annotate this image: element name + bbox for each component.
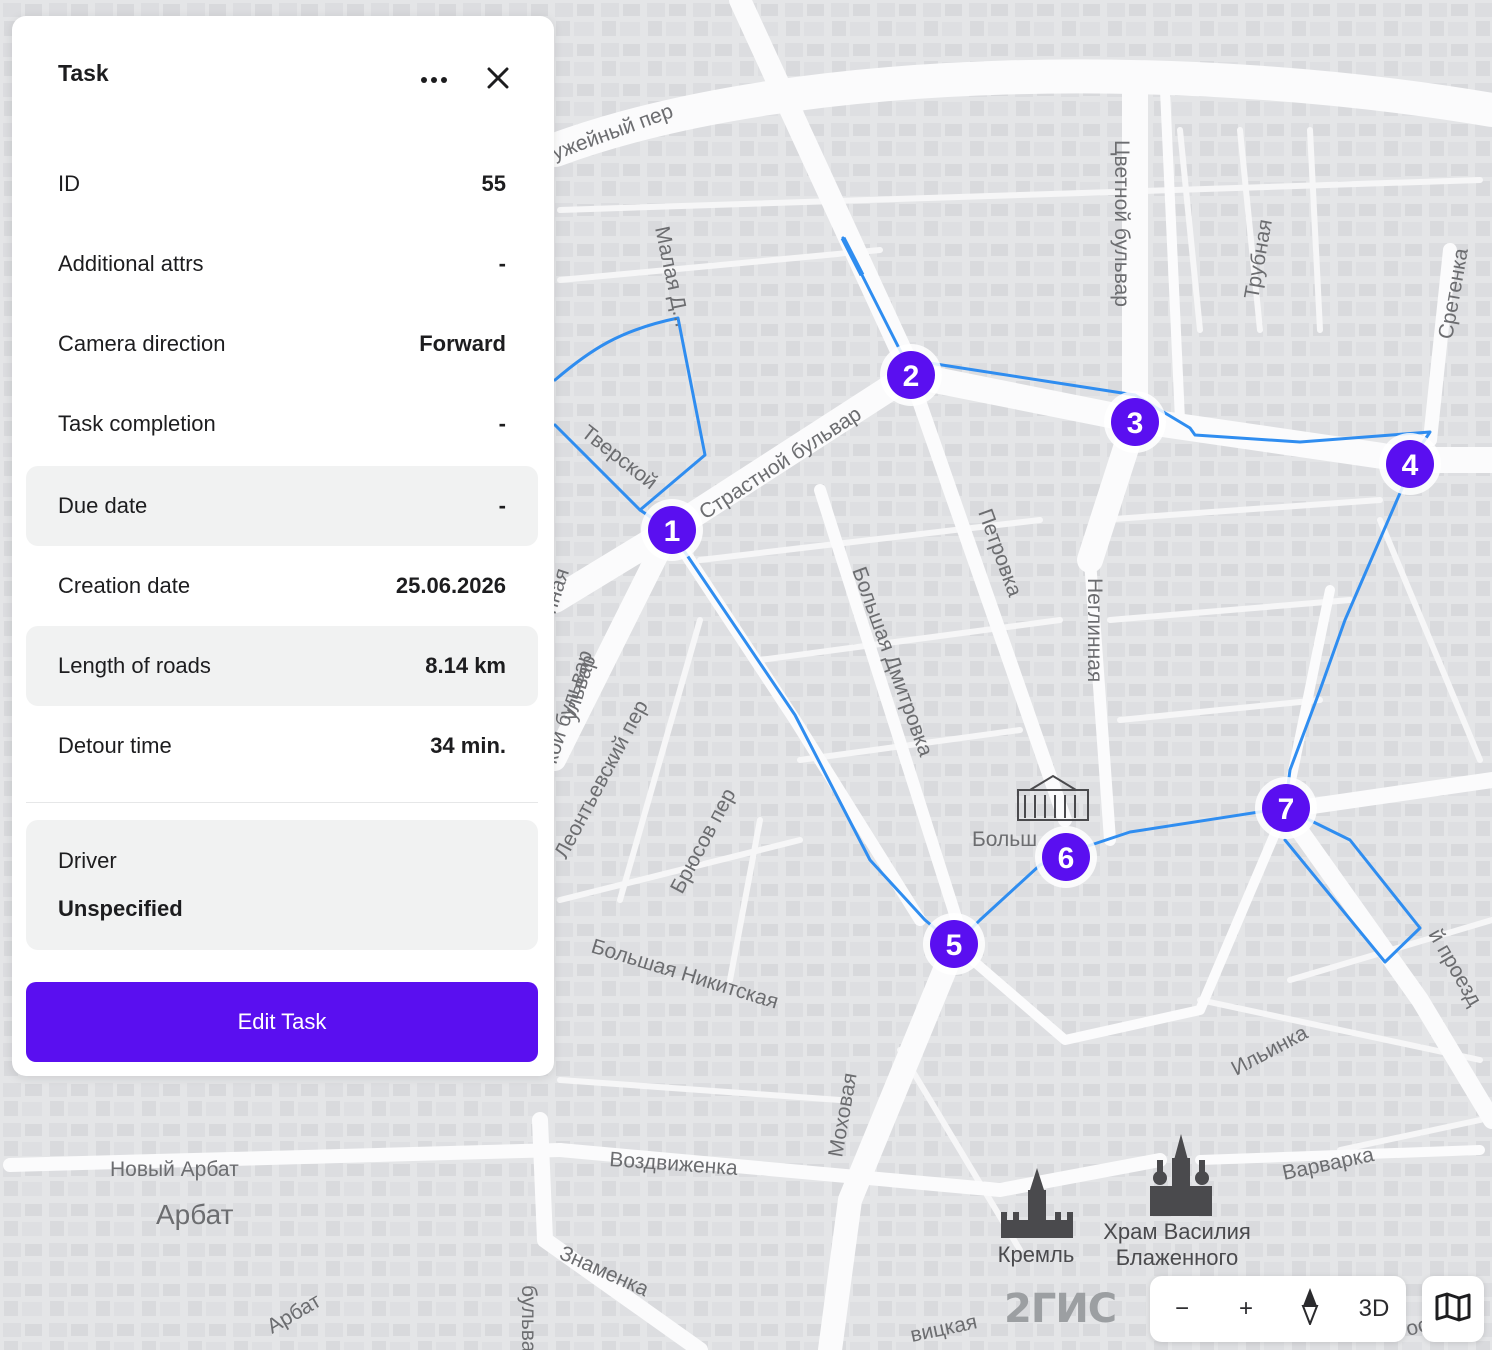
- street-label: бульвар: [517, 1285, 540, 1350]
- driver-label: Driver: [58, 848, 117, 873]
- street-label: Арбат: [156, 1199, 234, 1230]
- more-horizontal-icon: [420, 71, 448, 89]
- row-detour-time: Detour time 34 min.: [26, 706, 538, 786]
- row-task-completion: Task completion -: [26, 384, 538, 464]
- row-length-of-roads: Length of roads 8.14 km: [26, 626, 538, 706]
- svg-text:3: 3: [1127, 407, 1144, 440]
- 2gis-logo: 2ГИС: [1004, 1286, 1117, 1332]
- row-label: Detour time: [58, 733, 172, 758]
- 3d-mode-button[interactable]: 3D: [1342, 1276, 1406, 1342]
- edit-task-button[interactable]: Edit Task: [26, 982, 538, 1062]
- route-marker-1[interactable]: 1: [641, 499, 703, 561]
- poi-label: Кремль: [998, 1242, 1075, 1267]
- svg-text:4: 4: [1402, 449, 1419, 482]
- row-value: -: [498, 251, 506, 276]
- svg-text:7: 7: [1278, 793, 1295, 826]
- row-value: -: [498, 493, 506, 518]
- street-label: Неглинная: [1083, 578, 1106, 682]
- panel-title: Task: [58, 60, 109, 86]
- divider: [26, 802, 538, 803]
- street-label: Больш: [972, 828, 1037, 851]
- route-marker-7[interactable]: 7: [1255, 777, 1317, 839]
- row-creation-date: Creation date 25.06.2026: [26, 546, 538, 626]
- map-layers-button[interactable]: [1422, 1276, 1484, 1342]
- row-label: Camera direction: [58, 331, 226, 356]
- map-controls: − + 3D: [1150, 1276, 1406, 1342]
- street-label: Цветной бульвар: [1110, 140, 1133, 307]
- row-due-date: Due date -: [26, 466, 538, 546]
- row-label: Length of roads: [58, 653, 211, 678]
- compass-icon: [1301, 1287, 1319, 1332]
- more-button[interactable]: [412, 64, 456, 96]
- close-icon: [487, 67, 509, 94]
- zoom-in-button[interactable]: +: [1214, 1276, 1278, 1342]
- row-label: Creation date: [58, 573, 191, 598]
- row-camera-direction: Camera direction Forward: [26, 304, 538, 384]
- driver-value: Unspecified: [58, 896, 183, 921]
- row-label: Additional attrs: [58, 251, 204, 276]
- row-value: Forward: [419, 331, 506, 356]
- row-label: Due date: [58, 493, 148, 518]
- poi-label: Храм Василия Блаженного: [1103, 1219, 1251, 1270]
- route-marker-4[interactable]: 4: [1379, 433, 1441, 495]
- svg-text:2: 2: [903, 360, 920, 393]
- row-id: ID 55: [26, 144, 538, 224]
- zoom-out-button[interactable]: −: [1150, 1276, 1214, 1342]
- route-marker-5[interactable]: 5: [923, 913, 985, 975]
- compass-button[interactable]: [1278, 1276, 1342, 1342]
- driver-section: Driver Unspecified: [26, 820, 538, 950]
- svg-text:5: 5: [946, 929, 963, 962]
- row-value: 55: [481, 171, 506, 196]
- row-value: 34 min.: [430, 733, 506, 758]
- row-value: 25.06.2026: [395, 573, 506, 598]
- route-marker-3[interactable]: 3: [1104, 391, 1166, 453]
- route-marker-6[interactable]: 6: [1035, 826, 1097, 888]
- close-button[interactable]: [478, 62, 518, 98]
- task-panel: Task ID 55 Additional attrs - Camera dir…: [12, 16, 554, 1076]
- svg-text:1: 1: [664, 515, 681, 548]
- street-label: Новый Арбат: [110, 1158, 239, 1181]
- row-value: -: [498, 411, 506, 436]
- route-marker-2[interactable]: 2: [880, 344, 942, 406]
- row-value: 8.14 km: [425, 653, 506, 678]
- row-label: Task completion: [58, 411, 216, 436]
- map-layers-icon: [1435, 1292, 1471, 1327]
- svg-text:6: 6: [1058, 842, 1075, 875]
- row-label: ID: [58, 171, 80, 196]
- row-additional-attrs: Additional attrs -: [26, 224, 538, 304]
